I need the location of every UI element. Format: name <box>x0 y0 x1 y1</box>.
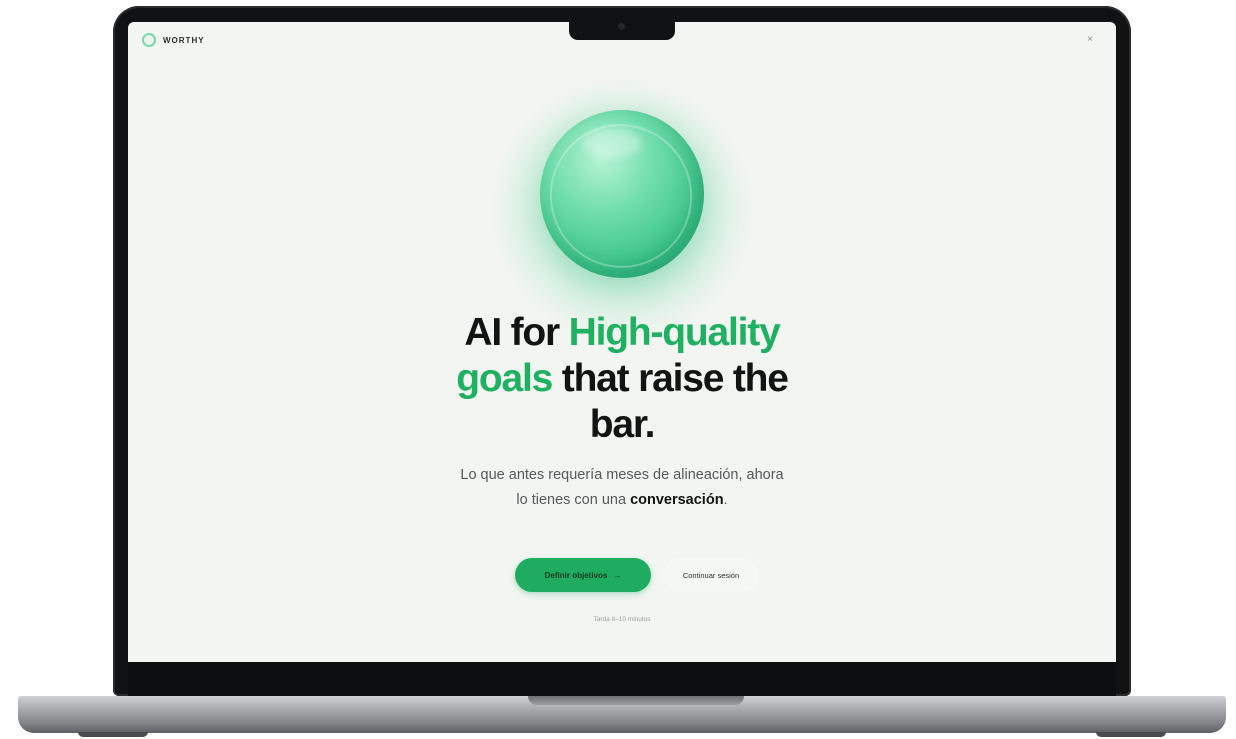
headline-accent-2: goals <box>456 357 553 400</box>
camera-icon <box>618 23 625 30</box>
cta-row: Definir objetivos → Continuar sesión <box>128 558 1116 592</box>
headline-line-2: goals that raise the <box>128 356 1116 402</box>
continue-session-button[interactable]: Continuar sesión <box>663 558 759 592</box>
camera-notch <box>569 18 675 40</box>
subtitle-end: . <box>723 492 728 508</box>
green-orb-icon <box>529 104 713 288</box>
subtitle-plain: lo tienes con una <box>516 492 631 508</box>
brand-logo[interactable]: WORTHY <box>142 33 205 47</box>
base-thumb-notch <box>528 696 744 705</box>
headline-line-1: AI for High-quality <box>128 310 1116 356</box>
define-goals-button[interactable]: Definir objetivos → <box>515 558 651 592</box>
base-foot-right <box>1096 732 1166 737</box>
orb-highlight <box>582 128 642 158</box>
hero-headline: AI for High-quality goals that raise the… <box>128 310 1116 448</box>
subtitle-line-2: lo tienes con una conversación. <box>128 488 1116 513</box>
subtitle-bold: conversación <box>630 492 724 508</box>
headline-accent-1: High-quality <box>568 311 781 354</box>
subtitle-line-1: Lo que antes requería meses de alineació… <box>460 467 784 483</box>
duration-note: Tarda 8–10 minutos <box>593 616 651 623</box>
close-icon[interactable]: × <box>1084 34 1096 46</box>
headline-plain-1: AI for <box>464 311 569 354</box>
headline-plain-2: that raise the <box>552 357 789 400</box>
define-goals-label: Definir objetivos <box>544 570 608 580</box>
arrow-right-icon: → <box>613 570 622 580</box>
brand-name: WORTHY <box>163 35 205 45</box>
hero-subtitle: Lo que antes requería meses de alineació… <box>128 463 1116 513</box>
headline-line-3: bar. <box>589 403 656 446</box>
laptop-chin <box>128 662 1116 696</box>
base-foot-left <box>78 732 148 737</box>
laptop-base <box>18 696 1226 737</box>
app-screen: WORTHY × AI for High-quality goals that … <box>128 22 1116 662</box>
ring-logo-icon <box>142 33 156 47</box>
